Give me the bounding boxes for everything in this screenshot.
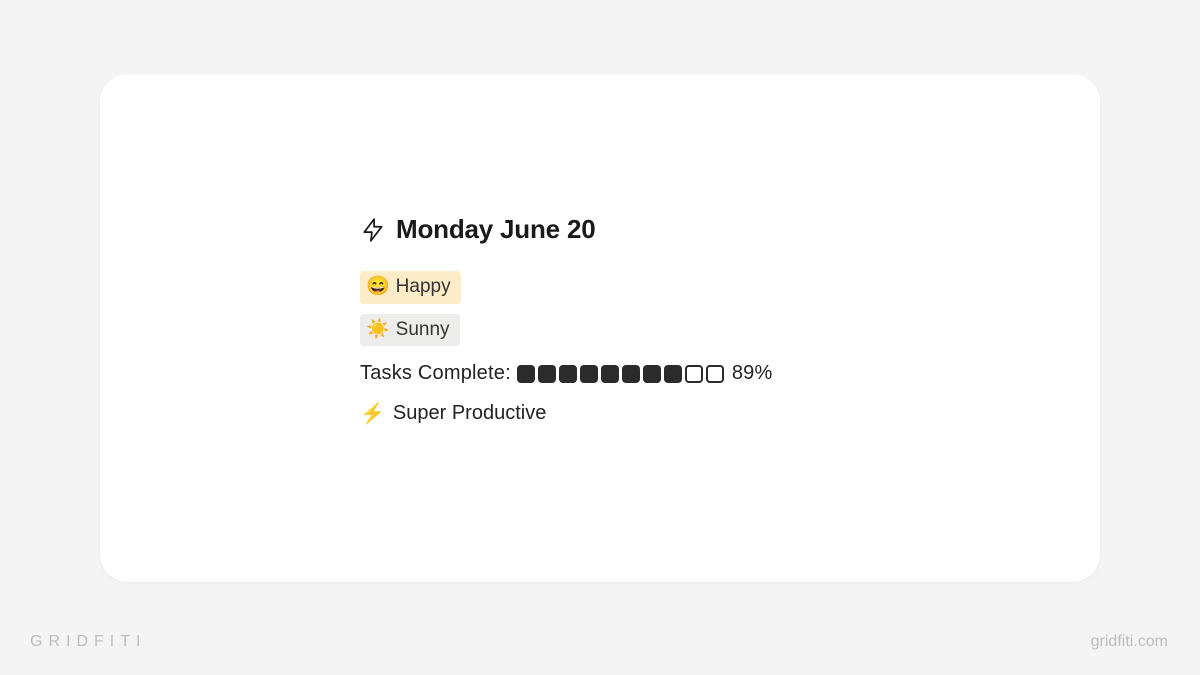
watermark-brand: GRIDFITI <box>30 633 146 651</box>
daily-journal-card: Monday June 20 😄 Happy ☀️ Sunny Tasks Co… <box>100 74 1100 582</box>
progress-block-filled <box>517 365 535 383</box>
tags-group: 😄 Happy ☀️ Sunny <box>360 271 772 346</box>
lightning-icon <box>360 217 386 243</box>
mood-tag[interactable]: 😄 Happy <box>360 271 461 304</box>
tasks-progress: Tasks Complete: 89% <box>360 362 772 385</box>
tasks-percent: 89% <box>732 362 773 385</box>
progress-block-filled <box>622 365 640 383</box>
title-row: Monday June 20 <box>360 214 772 245</box>
bolt-emoji-icon: ⚡ <box>360 401 385 426</box>
productivity-line: ⚡ Super Productive <box>360 401 772 426</box>
weather-label: Sunny <box>396 317 450 344</box>
progress-block-filled <box>601 365 619 383</box>
progress-block-filled <box>559 365 577 383</box>
progress-block-empty <box>706 365 724 383</box>
progress-block-filled <box>580 365 598 383</box>
page-title: Monday June 20 <box>396 214 595 245</box>
tasks-label: Tasks Complete: <box>360 362 511 385</box>
mood-label: Happy <box>396 274 451 301</box>
progress-block-empty <box>685 365 703 383</box>
watermark-url: gridfiti.com <box>1091 633 1168 651</box>
progress-block-filled <box>664 365 682 383</box>
journal-content: Monday June 20 😄 Happy ☀️ Sunny Tasks Co… <box>360 214 772 426</box>
progress-block-filled <box>538 365 556 383</box>
progress-block-filled <box>643 365 661 383</box>
sun-icon: ☀️ <box>366 317 390 344</box>
smile-icon: 😄 <box>366 274 390 301</box>
weather-tag[interactable]: ☀️ Sunny <box>360 314 460 347</box>
progress-blocks <box>517 365 724 383</box>
productivity-label: Super Productive <box>393 402 546 425</box>
